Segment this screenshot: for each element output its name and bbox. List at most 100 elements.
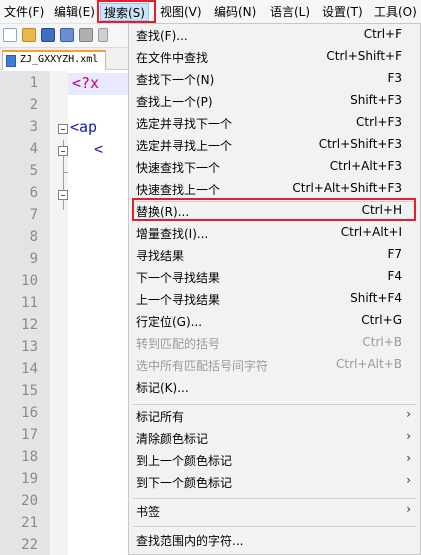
menu-view[interactable]: 视图(V) (160, 3, 202, 21)
close-icon[interactable] (79, 28, 93, 42)
menu-item-shortcut: Ctrl+Alt+F3 (329, 159, 402, 173)
menu-encoding[interactable]: 编码(N) (214, 3, 256, 21)
tab-label: ZJ_GXXYZH.xml (20, 54, 99, 65)
fold-tick (63, 172, 68, 173)
fold-margin (50, 71, 68, 555)
menu-item-find[interactable]: 查找(F)... Ctrl+F (129, 24, 420, 46)
save-all-icon[interactable] (60, 28, 74, 42)
menu-item-label: 上一个寻找结果 (136, 293, 221, 307)
menu-item-label: 清除颜色标记 (136, 432, 209, 446)
line-number: 12 (21, 317, 38, 333)
menu-item-bookmark[interactable]: 书签 › (129, 500, 420, 522)
menu-item-label: 选中所有匹配括号间字符 (136, 359, 269, 373)
menu-item-next-search-result[interactable]: 下一个寻找结果 F4 (129, 266, 420, 288)
line-number: 1 (29, 75, 38, 91)
menu-item-label: 行定位(G)... (136, 315, 203, 329)
menu-item-shortcut: Ctrl+Shift+F3 (318, 137, 402, 151)
line-number: 2 (29, 97, 38, 113)
menu-item-label: 转到匹配的括号 (136, 337, 221, 351)
menu-item-label: 查找范围内的字符... (136, 534, 244, 548)
menu-item-mark-all[interactable]: 标记所有 › (129, 405, 420, 427)
save-icon[interactable] (41, 28, 55, 42)
menu-item-label: 选定并寻找上一个 (136, 139, 233, 153)
menu-item-find-next[interactable]: 查找下一个(N) F3 (129, 68, 420, 90)
code-line-3[interactable]: <ap (70, 118, 97, 136)
menu-item-shortcut: Shift+F3 (350, 93, 402, 107)
menu-item-shortcut: Ctrl+G (361, 313, 402, 327)
menu-item-label: 查找下一个(N) (136, 73, 215, 87)
menu-item-find-chars-in-range[interactable]: 查找范围内的字符... (129, 529, 420, 551)
menu-item-clear-color-marks[interactable]: 清除颜色标记 › (129, 427, 420, 449)
menu-item-label: 查找(F)... (136, 29, 188, 43)
fold-collapse-icon[interactable] (58, 190, 68, 200)
open-file-icon[interactable] (22, 28, 36, 42)
menu-item-label: 寻找结果 (136, 249, 185, 263)
line-number: 6 (29, 185, 38, 201)
menu-item-mark[interactable]: 标记(K)... (129, 376, 420, 398)
tab-file[interactable]: ZJ_GXXYZH.xml (2, 50, 106, 70)
fold-collapse-icon[interactable] (58, 124, 68, 134)
menu-item-shortcut: Ctrl+F (363, 27, 402, 41)
code-line-1[interactable]: <?x (72, 74, 99, 92)
menu-item-label: 书签 (136, 505, 161, 519)
line-number: 3 (29, 119, 38, 135)
line-number: 22 (21, 537, 38, 553)
menu-item-previous-search-result[interactable]: 上一个寻找结果 Shift+F4 (129, 288, 420, 310)
menu-item-shortcut: F7 (387, 247, 402, 261)
line-number: 17 (21, 427, 38, 443)
menu-item-shortcut: Ctrl+F3 (356, 115, 402, 129)
menu-item-select-find-next[interactable]: 选定并寻找下一个 Ctrl+F3 (129, 112, 420, 134)
menu-item-goto-matching-brace: 转到匹配的括号 Ctrl+B (129, 332, 420, 354)
menu-item-label: 快速查找下一个 (136, 161, 221, 175)
submenu-arrow-icon: › (406, 502, 411, 516)
menu-item-goto-line[interactable]: 行定位(G)... Ctrl+G (129, 310, 420, 332)
line-number: 9 (29, 251, 38, 267)
submenu-arrow-icon: › (406, 429, 411, 443)
menu-bar: 文件(F) 编辑(E) 搜索(S) 视图(V) 编码(N) 语言(L) 设置(T… (0, 0, 421, 24)
line-number: 4 (29, 141, 38, 157)
line-number: 13 (21, 339, 38, 355)
code-line-4[interactable]: < (94, 140, 103, 158)
menu-item-label: 到下一个颜色标记 (136, 476, 233, 490)
print-icon[interactable] (98, 28, 108, 42)
menu-item-prev-color-mark[interactable]: 到上一个颜色标记 › (129, 449, 420, 471)
menu-item-next-color-mark[interactable]: 到下一个颜色标记 › (129, 471, 420, 493)
menu-item-find-previous[interactable]: 查找上一个(P) Shift+F3 (129, 90, 420, 112)
menu-item-shortcut: Ctrl+B (362, 335, 402, 349)
line-number: 20 (21, 493, 38, 509)
menu-item-find-in-files[interactable]: 在文件中查找 Ctrl+Shift+F (129, 46, 420, 68)
menu-tools[interactable]: 工具(O) (374, 3, 417, 21)
menu-item-shortcut: Ctrl+Alt+I (340, 225, 402, 239)
line-number: 14 (21, 361, 38, 377)
menu-item-quick-find-next[interactable]: 快速查找下一个 Ctrl+Alt+F3 (129, 156, 420, 178)
menu-language[interactable]: 语言(L) (270, 3, 310, 21)
submenu-arrow-icon: › (406, 451, 411, 465)
menu-search-highlight (97, 0, 156, 23)
menu-item-incremental-search[interactable]: 增量查找(I)... Ctrl+Alt+I (129, 222, 420, 244)
menu-item-label: 增量查找(I)... (136, 227, 209, 241)
menu-item-label: 标记所有 (136, 410, 185, 424)
menu-settings[interactable]: 设置(T) (322, 3, 363, 21)
menu-separator (133, 498, 416, 499)
line-number: 8 (29, 229, 38, 245)
line-number: 19 (21, 471, 38, 487)
menu-item-label: 下一个寻找结果 (136, 271, 221, 285)
menu-separator (133, 526, 416, 527)
line-number: 11 (21, 295, 38, 311)
line-number: 10 (21, 273, 38, 289)
search-menu-dropdown: 查找(F)... Ctrl+F 在文件中查找 Ctrl+Shift+F 查找下一… (128, 23, 421, 555)
menu-item-shortcut: Shift+F4 (350, 291, 402, 305)
menu-item-shortcut: F4 (387, 269, 402, 283)
menu-item-search-results[interactable]: 寻找结果 F7 (129, 244, 420, 266)
line-number: 15 (21, 383, 38, 399)
new-file-icon[interactable] (3, 28, 17, 42)
menu-item-quick-find-previous[interactable]: 快速查找上一个 Ctrl+Alt+Shift+F3 (129, 178, 420, 200)
line-number: 7 (29, 207, 38, 223)
menu-edit[interactable]: 编辑(E) (54, 3, 95, 21)
fold-collapse-icon[interactable] (58, 146, 68, 156)
menu-item-shortcut: Ctrl+Alt+B (336, 357, 402, 371)
replace-highlight-box (132, 198, 416, 221)
menu-file[interactable]: 文件(F) (4, 3, 44, 21)
menu-item-select-find-previous[interactable]: 选定并寻找上一个 Ctrl+Shift+F3 (129, 134, 420, 156)
line-number: 21 (21, 515, 38, 531)
